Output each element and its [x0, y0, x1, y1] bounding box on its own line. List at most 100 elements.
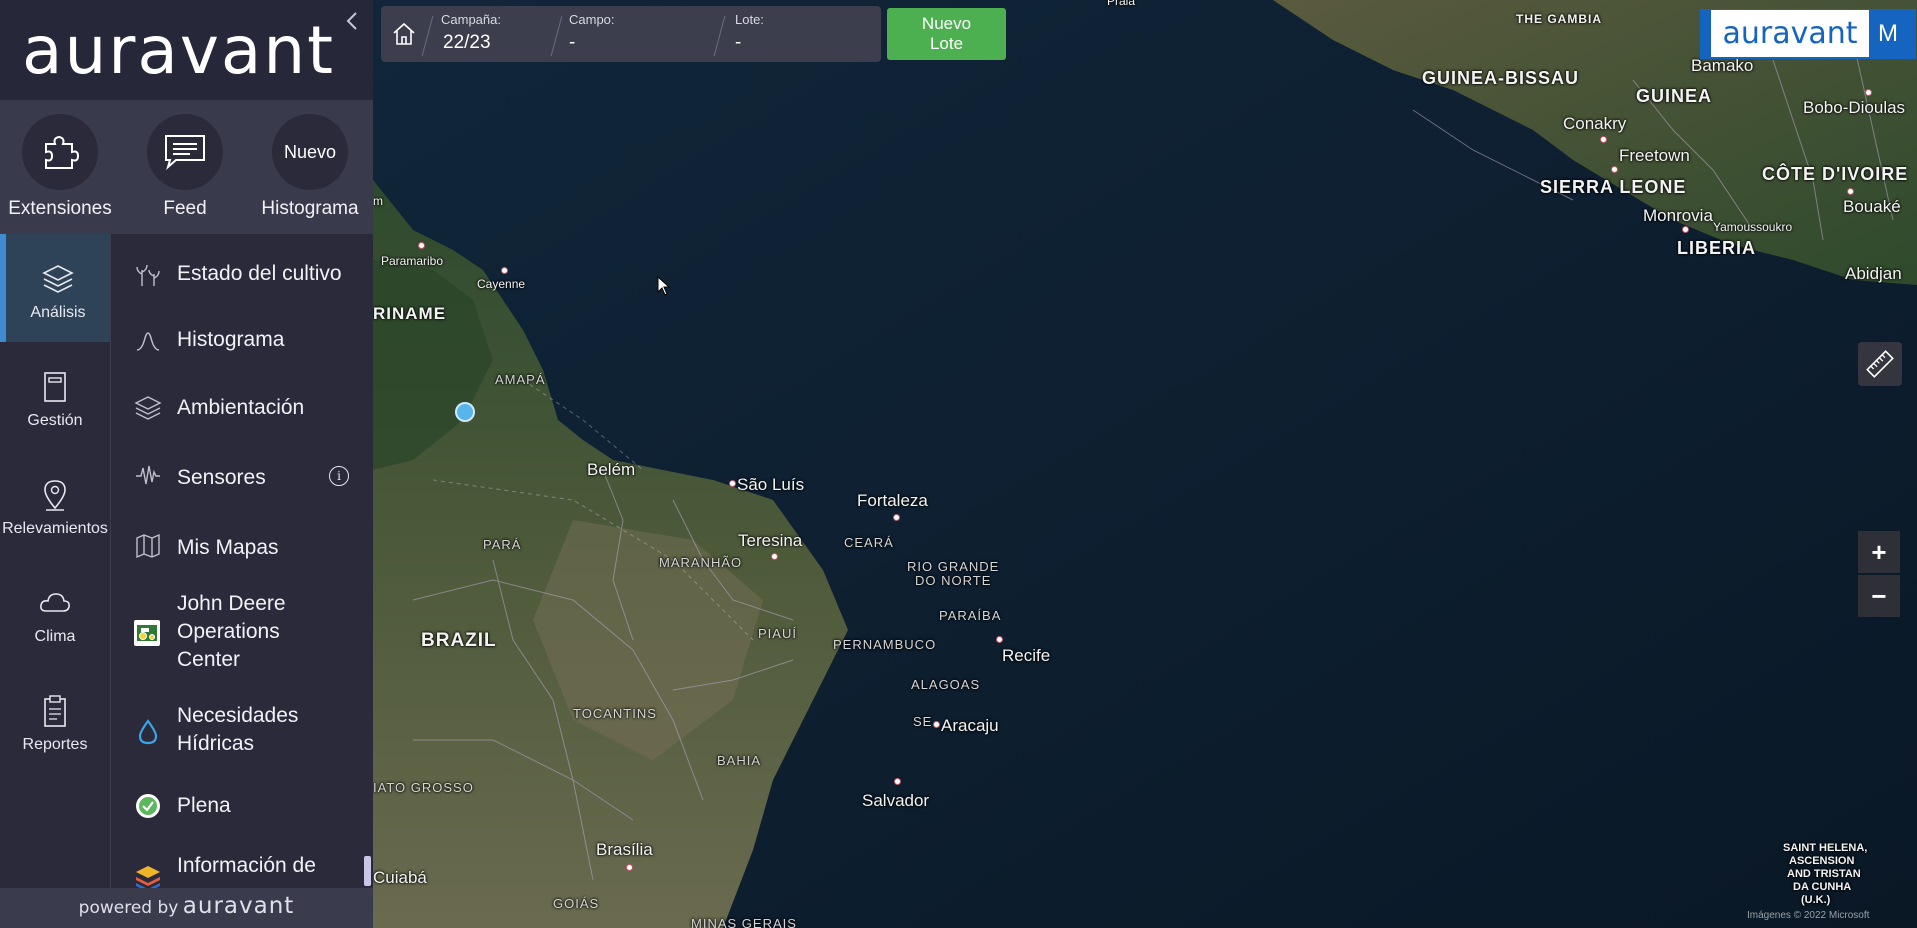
zoom-in-button[interactable]: + [1858, 531, 1900, 573]
brand-logo: auravant [1711, 10, 1869, 57]
rail-item-gestion[interactable]: Gestión [0, 342, 110, 450]
city-dot [996, 636, 1003, 643]
map-label-gambia: THE GAMBIA [1516, 12, 1602, 26]
map-label-saint-helena-4: DA CUNHA [1793, 881, 1852, 893]
mouse-cursor-icon [657, 276, 671, 296]
campo-label: Campo: [569, 12, 615, 27]
chat-icon [165, 135, 205, 170]
map-label-suriname: RINAME [373, 304, 447, 323]
info-icon[interactable]: i [329, 466, 349, 486]
menu-label-john-deere-1: John Deere [177, 592, 286, 615]
extensiones-label: Extensiones [8, 198, 112, 219]
map-label-maranhao: MARANHÃO [659, 555, 743, 570]
map-label-edge: m [373, 194, 383, 208]
rail-item-relevamientos[interactable]: Relevamientos [0, 450, 110, 558]
rail-label-reportes: Reportes [22, 736, 88, 753]
water-drop-icon [138, 719, 158, 745]
zoom-out-button[interactable]: − [1858, 575, 1900, 617]
location-marker[interactable] [455, 402, 475, 422]
menu-label-john-deere-2: Operations [177, 620, 280, 643]
map-attribution: Imágenes © 2022 Microsoft [1747, 910, 1870, 921]
rail-label-relevamientos: Relevamientos [2, 520, 108, 537]
map-label-paramaribo: Paramaribo [381, 254, 444, 268]
tractor-icon [137, 625, 157, 641]
extensiones-circle [22, 114, 98, 190]
menu-item-histograma[interactable]: Histograma [112, 320, 373, 360]
layers-icon [42, 265, 74, 293]
layers-icon [134, 396, 162, 420]
menu-item-ambientacion[interactable]: Ambientación [112, 388, 373, 428]
map-label-salvador: Salvador [862, 791, 930, 810]
histograma-quick-button[interactable]: Nuevo Histograma [250, 114, 370, 220]
rail-label-clima: Clima [34, 628, 76, 645]
cloud-icon [40, 593, 70, 612]
menu-item-sensores[interactable]: Sensores i [112, 456, 373, 496]
menu-item-plena[interactable]: Plena [112, 786, 373, 826]
home-icon [393, 22, 415, 45]
nav-rail: Análisis Gestión Relevamientos Clima Rep… [0, 234, 111, 888]
rail-item-analisis[interactable]: Análisis [0, 234, 110, 342]
notebook-icon [44, 372, 66, 402]
menu-item-informacion[interactable]: Información de [112, 850, 373, 888]
menu-label-necesidades-2: Hídricas [177, 732, 255, 755]
brand-badge: auravant M [1700, 9, 1916, 59]
map-label-bobo-dioulasso: Bobo-Dioulas [1803, 98, 1906, 117]
map-label-guinea-bissau: GUINEA-BISSAU [1422, 68, 1580, 88]
map-label-conakry: Conakry [1563, 114, 1627, 133]
map-label-amapa: AMAPÁ [495, 372, 546, 387]
campana-select[interactable]: Campaña: 22/23 [433, 6, 553, 62]
campo-select[interactable]: Campo: - [561, 6, 721, 62]
map-view[interactable]: Praia THE GAMBIA Bamako GUINEA-BISSAU GU… [373, 0, 1917, 928]
city-dot [418, 242, 425, 249]
map-label-para: PARÁ [483, 537, 522, 552]
map-label-saint-helena-1: SAINT HELENA, [1783, 842, 1868, 854]
city-dot [501, 267, 508, 274]
map-label-sao-luis: São Luís [737, 475, 805, 494]
lote-select[interactable]: Lote: - [727, 6, 877, 62]
map-label-cuiaba: Cuiabá [373, 868, 427, 887]
nuevo-lote-line-1: Nuevo [921, 14, 972, 33]
menu-scrollbar[interactable] [364, 856, 371, 886]
chevron-left-icon[interactable] [345, 10, 359, 32]
menu-label-histograma: Histograma [177, 328, 285, 351]
menu-item-necesidades-hidricas[interactable]: Necesidades Hídricas [112, 702, 373, 762]
sidebar: auravant Extensiones Feed Nuevo Histogra… [0, 0, 373, 928]
powered-by-footer: powered by auravant [0, 888, 373, 928]
map-icon [136, 533, 160, 559]
city-dot [1600, 136, 1607, 143]
logo-area: auravant [0, 0, 373, 100]
map-label-paraiba: PARAÍBA [939, 608, 1002, 623]
field-selector-bar: Campaña: 22/23 Campo: - Lote: - [381, 6, 881, 62]
feed-label: Feed [163, 198, 207, 219]
nuevo-lote-button[interactable]: Nuevo Lote [887, 8, 1006, 60]
feed-circle [147, 114, 223, 190]
campana-label: Campaña: [441, 12, 501, 27]
city-dot [933, 721, 940, 728]
map-label-bouake: Bouaké [1843, 197, 1901, 216]
menu-item-john-deere[interactable]: John Deere Operations Center [112, 590, 373, 680]
menu-item-estado-cultivo[interactable]: Estado del cultivo [112, 254, 373, 294]
map-label-bamako: Bamako [1691, 56, 1754, 75]
city-dot [1865, 89, 1872, 96]
menu-label-estado-cultivo: Estado del cultivo [177, 262, 342, 285]
map-label-ceara: CEARÁ [844, 535, 894, 550]
puzzle-icon [45, 135, 80, 169]
map-label-belem: Belém [587, 460, 636, 479]
check-leaf-icon [136, 794, 160, 818]
home-button[interactable] [389, 14, 419, 54]
rail-item-clima[interactable]: Clima [0, 558, 110, 666]
menu-label-sensores: Sensores [177, 466, 266, 489]
map-label-guinea: GUINEA [1636, 86, 1713, 106]
map-label-yamoussoukro: Yamoussoukro [1713, 220, 1793, 234]
menu-item-mis-mapas[interactable]: Mis Mapas [112, 526, 373, 566]
menu-label-informacion: Información de [177, 854, 316, 877]
user-avatar-button[interactable]: M [1870, 9, 1906, 59]
extensiones-button[interactable]: Extensiones [0, 114, 120, 220]
map-label-liberia: LIBERIA [1677, 238, 1756, 258]
app-logo: auravant [22, 12, 336, 89]
feed-button[interactable]: Feed [125, 114, 245, 220]
map-label-fortaleza: Fortaleza [857, 491, 928, 510]
rail-item-reportes[interactable]: Reportes [0, 666, 110, 774]
city-dot [1847, 188, 1854, 195]
measure-tool-button[interactable] [1858, 342, 1902, 386]
